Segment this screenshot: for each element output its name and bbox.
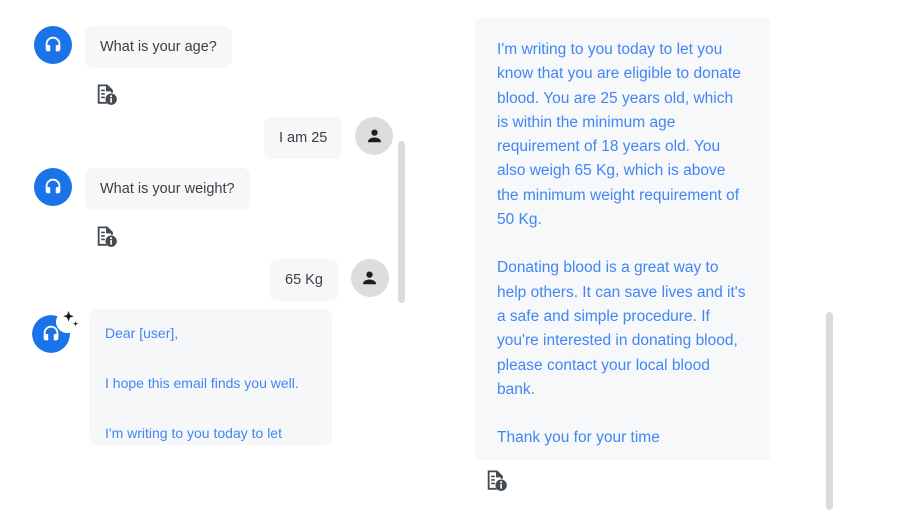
message-user-age-answer: I am 25 xyxy=(264,117,394,159)
chat-bubble: 65 Kg xyxy=(270,259,338,301)
chat-bubble: What is your weight? xyxy=(85,168,250,210)
detail-paragraph: Donating blood is a great way to help ot… xyxy=(497,259,750,398)
chat-bubble-email-draft: Dear [user], I hope this email finds you… xyxy=(89,309,332,445)
detail-scrollbar[interactable] xyxy=(826,312,833,510)
chat-bubble: I am 25 xyxy=(264,117,343,159)
sparkle-icon xyxy=(63,311,79,327)
person-icon xyxy=(355,117,394,155)
message-agent-email-draft: Dear [user], I hope this email finds you… xyxy=(32,309,332,445)
chat-panel: What is your age? I am 25 What is your w… xyxy=(0,0,420,528)
document-info-icon[interactable] xyxy=(485,468,507,494)
chat-bubble: What is your age? xyxy=(85,26,232,68)
person-icon xyxy=(350,259,389,297)
detail-paragraph: I'm writing to you today to let you know… xyxy=(497,41,746,229)
document-info-icon[interactable] xyxy=(95,224,117,250)
message-user-weight-answer: 65 Kg xyxy=(270,259,389,301)
document-info-icon[interactable] xyxy=(95,82,117,108)
message-agent-age-question: What is your age? xyxy=(34,26,232,108)
chat-scrollbar[interactable] xyxy=(398,141,405,303)
detail-paragraph: Thank you for your time xyxy=(497,429,660,447)
message-agent-weight-question: What is your weight? xyxy=(34,168,250,250)
detail-panel: I'm writing to you today to let you know… xyxy=(475,18,770,460)
headset-sparkle-icon xyxy=(32,309,80,353)
headset-icon xyxy=(34,168,72,206)
headset-icon xyxy=(34,26,72,64)
